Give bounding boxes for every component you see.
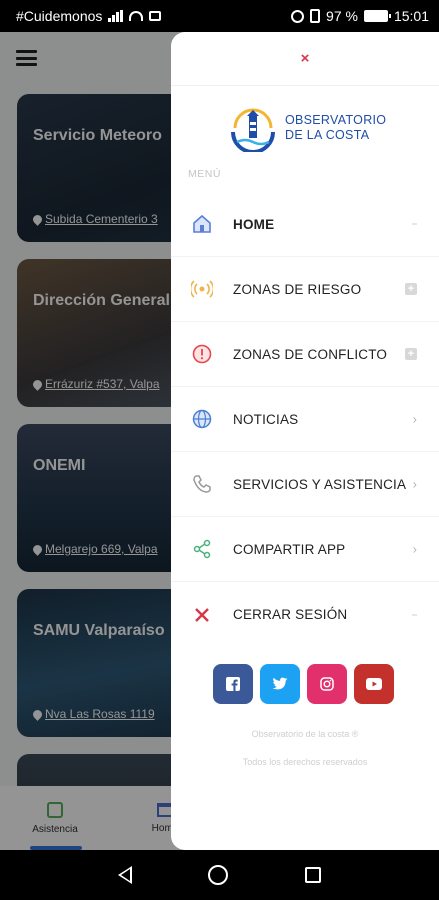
- battery-icon: [363, 10, 391, 22]
- twitter-icon: [272, 677, 288, 690]
- close-icon: [191, 604, 213, 626]
- dash-icon: [412, 614, 417, 615]
- expand-plus-icon[interactable]: +: [405, 348, 417, 360]
- wifi-icon: [129, 11, 144, 21]
- menu-item-home[interactable]: HOME: [171, 192, 439, 257]
- lighthouse-logo-icon: [229, 104, 277, 154]
- menu-item-label: COMPARTIR APP: [233, 541, 346, 557]
- twitter-button[interactable]: [260, 664, 300, 704]
- drawer-menu: HOME ZONAS DE RIESGO + ZONAS DE CONFLICT…: [171, 192, 439, 647]
- menu-item-label: ZONAS DE CONFLICTO: [233, 346, 388, 362]
- dash-icon: [412, 223, 417, 225]
- share-icon: [191, 538, 213, 560]
- close-drawer-button[interactable]: ×: [171, 32, 439, 86]
- facebook-button[interactable]: [213, 664, 253, 704]
- menu-section-label: MENÚ: [188, 168, 221, 180]
- signal-icon: [108, 10, 124, 22]
- home-circle-icon[interactable]: [208, 865, 229, 885]
- system-nav-bar: [0, 850, 439, 900]
- nfc-icon: [149, 11, 162, 21]
- facebook-icon: [226, 677, 240, 691]
- signal-broadcast-icon: [191, 278, 213, 300]
- chevron-right-icon: ›: [412, 476, 417, 492]
- navigation-drawer: × OBSERVATORIO DE LA COSTA MENÚ HOME ZON…: [171, 32, 439, 850]
- vibrate-icon: [310, 9, 321, 23]
- battery-percent: 97 %: [326, 8, 358, 24]
- chevron-right-icon: ›: [412, 411, 417, 427]
- menu-item-noticias[interactable]: NOTICIAS ›: [171, 387, 439, 452]
- recent-apps-icon[interactable]: [304, 867, 321, 883]
- globe-icon: [191, 408, 213, 430]
- menu-item-label: ZONAS DE RIESGO: [233, 281, 362, 297]
- status-bar: #Cuidemonos 97 % 15:01: [0, 0, 439, 32]
- menu-item-servicios-y-asistencia[interactable]: SERVICIOS Y ASISTENCIA ›: [171, 452, 439, 517]
- menu-item-zonas-de-conflicto[interactable]: ZONAS DE CONFLICTO +: [171, 322, 439, 387]
- menu-item-label: CERRAR SESIÓN: [233, 607, 348, 622]
- footer-copyright: Observatorio de la costa ®: [251, 729, 359, 739]
- footer-rights: Todos los derechos reservados: [242, 757, 368, 767]
- alert-circle-icon: [191, 343, 213, 365]
- back-icon[interactable]: [118, 866, 133, 884]
- menu-item-cerrar-sesion[interactable]: CERRAR SESIÓN: [171, 582, 439, 647]
- social-links: [213, 664, 394, 704]
- instagram-button[interactable]: [307, 664, 347, 704]
- menu-item-compartir-app[interactable]: COMPARTIR APP ›: [171, 517, 439, 582]
- home-icon: [191, 213, 213, 235]
- chevron-right-icon: ›: [412, 541, 417, 557]
- menu-item-label: NOTICIAS: [233, 411, 299, 427]
- youtube-button[interactable]: [354, 664, 394, 704]
- expand-plus-icon[interactable]: +: [405, 283, 417, 295]
- menu-item-label: SERVICIOS Y ASISTENCIA: [233, 476, 407, 492]
- instagram-icon: [320, 677, 334, 691]
- carrier-label: #Cuidemonos: [16, 8, 103, 24]
- menu-item-zonas-de-riesgo[interactable]: ZONAS DE RIESGO +: [171, 257, 439, 322]
- logo-text: OBSERVATORIO DE LA COSTA: [285, 113, 387, 142]
- menu-item-label: HOME: [233, 216, 275, 232]
- logo: OBSERVATORIO DE LA COSTA: [229, 104, 387, 154]
- alarm-icon: [291, 9, 305, 23]
- phone-icon: [191, 473, 213, 495]
- clock: 15:01: [393, 8, 429, 24]
- youtube-icon: [366, 678, 382, 690]
